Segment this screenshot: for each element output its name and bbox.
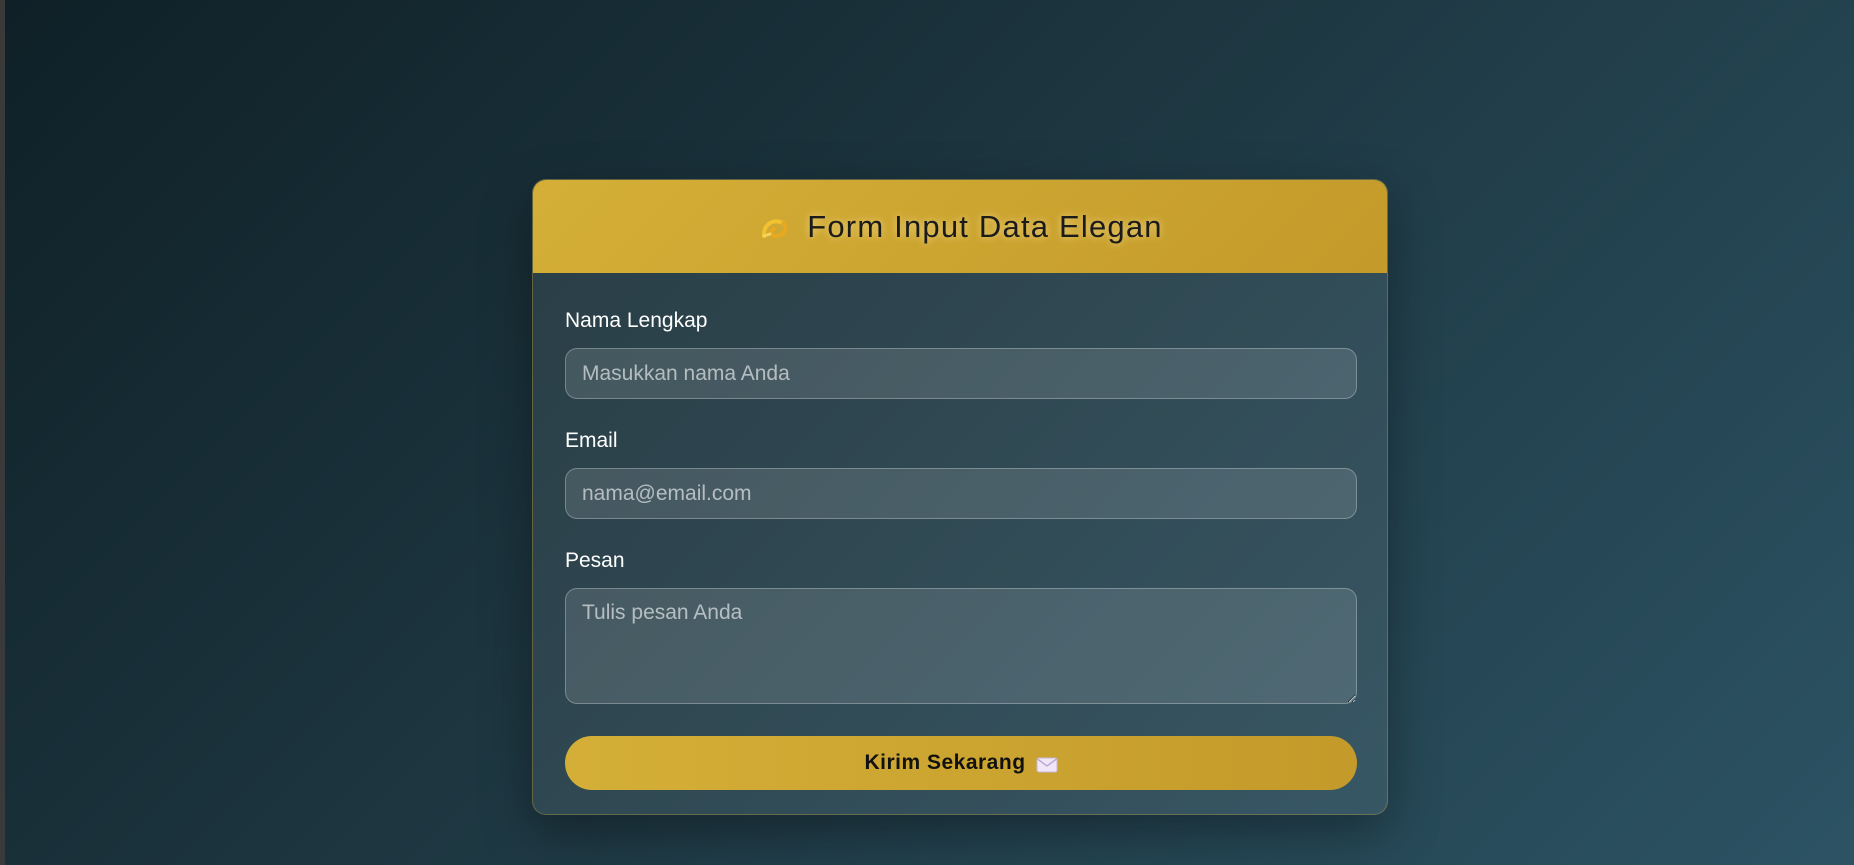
message-textarea[interactable]	[565, 588, 1357, 704]
ribbon-emoji-icon	[757, 209, 793, 245]
envelope-icon	[1036, 755, 1058, 773]
email-input[interactable]	[565, 468, 1357, 519]
submit-button-label: Kirim Sekarang	[864, 751, 1026, 774]
form-title: Form Input Data Elegan	[807, 208, 1163, 244]
email-label: Email	[565, 429, 618, 452]
name-label: Nama Lengkap	[565, 309, 708, 332]
window-edge	[0, 0, 5, 865]
form-header: Form Input Data Elegan	[533, 180, 1387, 273]
submit-button[interactable]: Kirim Sekarang	[565, 736, 1357, 790]
name-input[interactable]	[565, 348, 1357, 399]
form-body: Nama Lengkap Email Pesan Kirim Sekarang	[533, 273, 1387, 790]
form-card: Form Input Data Elegan Nama Lengkap Emai…	[532, 179, 1388, 815]
message-label: Pesan	[565, 549, 625, 572]
